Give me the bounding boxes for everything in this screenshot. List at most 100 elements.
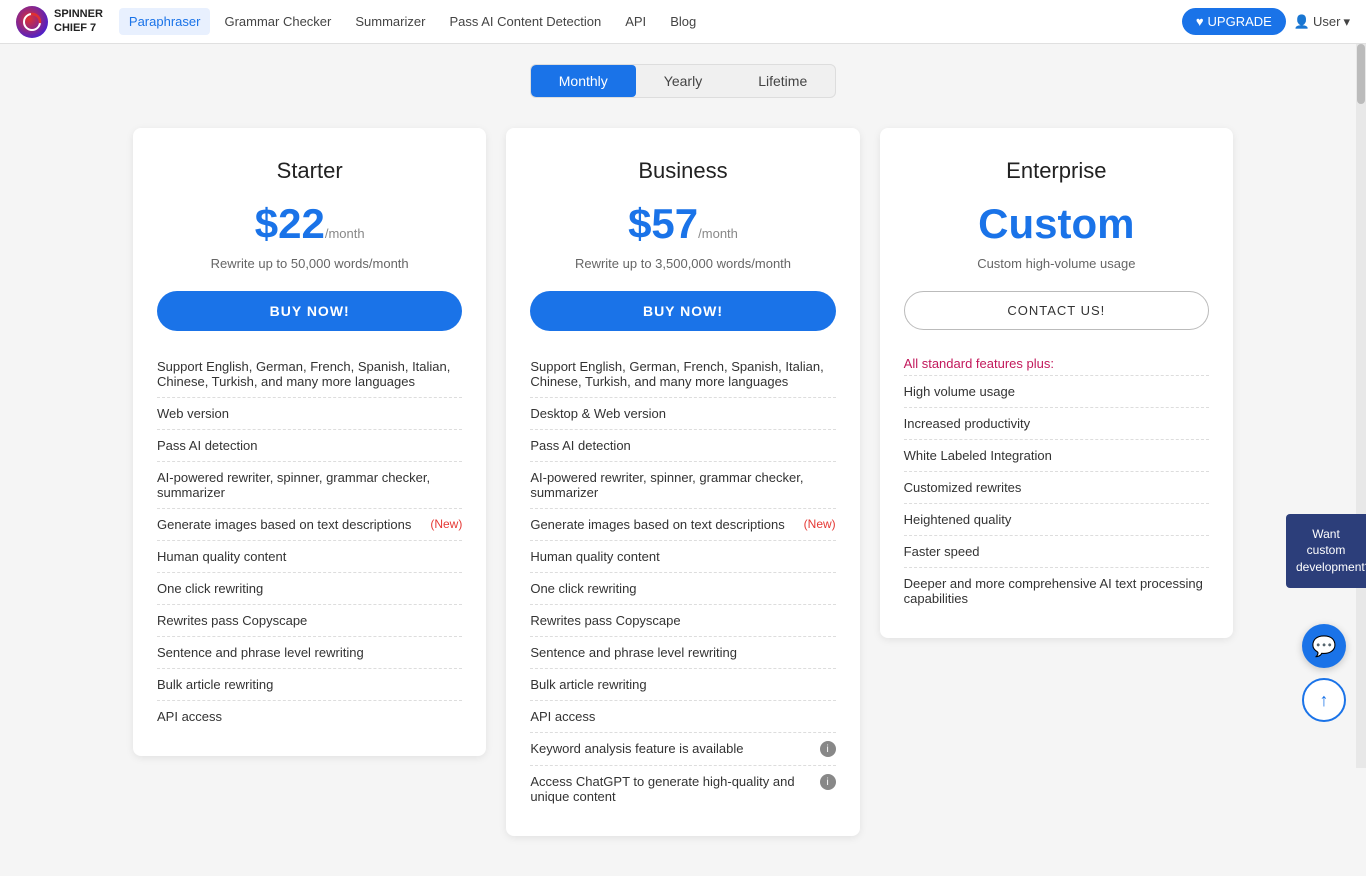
feature-item: Deeper and more comprehensive AI text pr… [904, 568, 1209, 614]
price-period: /month [325, 226, 365, 241]
price-amount: $22 [255, 200, 325, 247]
logo-icon [16, 6, 48, 38]
feature-text: Increased productivity [904, 416, 1030, 431]
features-list: High volume usageIncreased productivityW… [904, 376, 1209, 614]
feature-item: Faster speed [904, 536, 1209, 568]
info-icon[interactable]: i [820, 741, 836, 757]
feature-text: Access ChatGPT to generate high-quality … [530, 774, 815, 804]
scrollbar-thumb[interactable] [1357, 44, 1365, 104]
plan-price: Custom [904, 200, 1209, 248]
nav-link-pass-ai-content-detection[interactable]: Pass AI Content Detection [439, 8, 611, 35]
feature-text: Generate images based on text descriptio… [157, 517, 411, 532]
feature-item: Sentence and phrase level rewriting [157, 637, 462, 669]
custom-dev-button[interactable]: Want custom development? [1286, 514, 1366, 588]
feature-item: Sentence and phrase level rewriting [530, 637, 835, 669]
nav-link-summarizer[interactable]: Summarizer [345, 8, 435, 35]
navbar: SPINNER CHIEF 7 ParaphraserGrammar Check… [0, 0, 1366, 44]
billing-tab-lifetime[interactable]: Lifetime [730, 65, 835, 97]
feature-text: Human quality content [157, 549, 286, 564]
feature-text: Support English, German, French, Spanish… [157, 359, 462, 389]
scrollbar-track[interactable] [1356, 44, 1366, 768]
upgrade-button[interactable]: ♥ UPGRADE [1182, 8, 1286, 35]
upgrade-label: UPGRADE [1208, 14, 1272, 29]
feature-text: Generate images based on text descriptio… [530, 517, 784, 532]
price-amount: $57 [628, 200, 698, 247]
info-icon[interactable]: i [820, 774, 836, 790]
scroll-up-button[interactable]: ↑ [1302, 678, 1346, 722]
billing-tab-yearly[interactable]: Yearly [636, 65, 730, 97]
feature-text: Bulk article rewriting [157, 677, 273, 692]
plan-price: $22/month [157, 200, 462, 248]
features-list: Support English, German, French, Spanish… [530, 351, 835, 812]
user-menu-button[interactable]: 👤 User ▾ [1294, 14, 1350, 30]
buy-now-button[interactable]: BUY NOW! [157, 291, 462, 331]
feature-text: Bulk article rewriting [530, 677, 646, 692]
billing-tabs-inner: MonthlyYearlyLifetime [530, 64, 836, 98]
pricing-grid: Starter $22/month Rewrite up to 50,000 wor… [133, 128, 1233, 836]
plan-price: $57/month [530, 200, 835, 248]
feature-text: AI-powered rewriter, spinner, grammar ch… [157, 470, 462, 500]
feature-item: Customized rewrites [904, 472, 1209, 504]
feature-item: Keyword analysis feature is availablei [530, 733, 835, 766]
feature-item: AI-powered rewriter, spinner, grammar ch… [157, 462, 462, 509]
user-label: User [1313, 14, 1340, 29]
feature-new-badge: (New) [804, 517, 836, 531]
feature-text: API access [530, 709, 595, 724]
nav-link-grammar-checker[interactable]: Grammar Checker [214, 8, 341, 35]
feature-item: Pass AI detection [157, 430, 462, 462]
feature-item: Increased productivity [904, 408, 1209, 440]
feature-text: Support English, German, French, Spanish… [530, 359, 835, 389]
feature-item: Access ChatGPT to generate high-quality … [530, 766, 835, 812]
feature-item: Support English, German, French, Spanish… [530, 351, 835, 398]
feature-item: Human quality content [530, 541, 835, 573]
feature-text: Heightened quality [904, 512, 1012, 527]
custom-price-label: Custom [978, 200, 1134, 247]
plan-subtitle: Rewrite up to 3,500,000 words/month [530, 256, 835, 271]
chevron-down-icon: ▾ [1343, 14, 1350, 30]
feature-item: Pass AI detection [530, 430, 835, 462]
logo[interactable]: SPINNER CHIEF 7 [16, 6, 103, 38]
feature-item: One click rewriting [157, 573, 462, 605]
features-section-label: All standard features plus: [904, 350, 1209, 376]
nav-links: ParaphraserGrammar CheckerSummarizerPass… [119, 8, 1182, 35]
plan-subtitle: Custom high-volume usage [904, 256, 1209, 271]
features-list: Support English, German, French, Spanish… [157, 351, 462, 732]
billing-tab-monthly[interactable]: Monthly [531, 65, 636, 97]
price-period: /month [698, 226, 738, 241]
feature-item: Bulk article rewriting [530, 669, 835, 701]
user-icon: 👤 [1294, 14, 1310, 30]
contact-us-button[interactable]: CONTACT US! [904, 291, 1209, 330]
feature-item: White Labeled Integration [904, 440, 1209, 472]
chat-button[interactable]: 💬 [1302, 624, 1346, 668]
feature-text: Pass AI detection [157, 438, 257, 453]
nav-link-api[interactable]: API [615, 8, 656, 35]
plan-name: Starter [157, 158, 462, 184]
chat-icon: 💬 [1312, 634, 1337, 659]
feature-text: AI-powered rewriter, spinner, grammar ch… [530, 470, 835, 500]
feature-text: Web version [157, 406, 229, 421]
feature-item: Rewrites pass Copyscape [157, 605, 462, 637]
buy-now-button[interactable]: BUY NOW! [530, 291, 835, 331]
nav-link-paraphraser[interactable]: Paraphraser [119, 8, 211, 35]
plan-subtitle: Rewrite up to 50,000 words/month [157, 256, 462, 271]
nav-link-blog[interactable]: Blog [660, 8, 706, 35]
feature-item: Support English, German, French, Spanish… [157, 351, 462, 398]
feature-text: One click rewriting [530, 581, 636, 596]
feature-text: Sentence and phrase level rewriting [157, 645, 364, 660]
feature-item: Bulk article rewriting [157, 669, 462, 701]
main-content: MonthlyYearlyLifetime Starter $22/month Re… [0, 44, 1366, 876]
feature-item: Web version [157, 398, 462, 430]
feature-new-badge: (New) [430, 517, 462, 531]
feature-item: One click rewriting [530, 573, 835, 605]
feature-text: Human quality content [530, 549, 659, 564]
plan-name: Business [530, 158, 835, 184]
feature-item: Heightened quality [904, 504, 1209, 536]
feature-text: Rewrites pass Copyscape [530, 613, 680, 628]
upgrade-heart-icon: ♥ [1196, 14, 1204, 29]
spinner-svg [22, 12, 42, 32]
feature-text: Deeper and more comprehensive AI text pr… [904, 576, 1209, 606]
logo-text: SPINNER CHIEF 7 [54, 8, 103, 34]
feature-item: Human quality content [157, 541, 462, 573]
feature-text: One click rewriting [157, 581, 263, 596]
feature-text: Sentence and phrase level rewriting [530, 645, 737, 660]
